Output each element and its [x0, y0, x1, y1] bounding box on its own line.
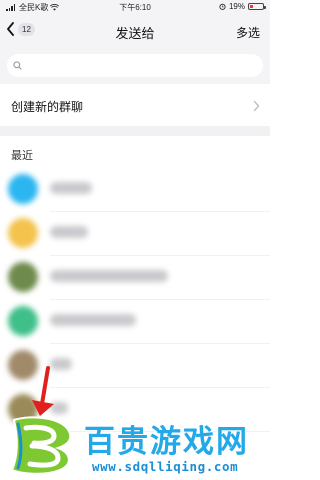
status-right: 19%	[219, 2, 266, 11]
contact-name-blurred	[50, 226, 88, 238]
watermark-url: www.sdqlliqing.com	[92, 459, 239, 474]
battery-percent: 19%	[228, 2, 245, 11]
nav-bar: 12 发送给 多选	[0, 14, 270, 48]
search-box[interactable]	[7, 54, 263, 77]
create-group-label: 创建新的群聊	[11, 99, 84, 114]
recent-section-header: 最近	[11, 150, 33, 162]
avatar	[8, 218, 38, 248]
watermark-title: 百贵游戏网	[83, 423, 249, 461]
red-arrow-icon	[32, 366, 54, 416]
contact-item[interactable]	[0, 168, 270, 212]
avatar	[8, 262, 38, 292]
contact-name-blurred	[50, 182, 92, 194]
section-divider	[0, 126, 270, 136]
avatar	[8, 174, 38, 204]
multi-select-button[interactable]: 多选	[236, 24, 260, 41]
battery-icon	[248, 3, 266, 10]
search-input[interactable]	[26, 60, 256, 71]
create-group-row[interactable]: 创建新的群聊	[0, 86, 270, 126]
contact-item[interactable]	[0, 300, 270, 344]
search-icon	[13, 61, 22, 70]
contact-name-blurred	[50, 270, 168, 282]
contact-name-blurred	[50, 314, 136, 326]
alarm-icon	[219, 3, 226, 10]
avatar	[8, 306, 38, 336]
contact-item[interactable]	[0, 212, 270, 256]
status-bar: 全民K歌 下午6:10 19%	[0, 0, 270, 14]
site-logo-icon	[10, 416, 72, 475]
chevron-right-icon	[253, 100, 260, 112]
page-title: 发送给	[115, 26, 155, 41]
search-bar	[0, 48, 270, 84]
contact-item[interactable]	[0, 256, 270, 300]
